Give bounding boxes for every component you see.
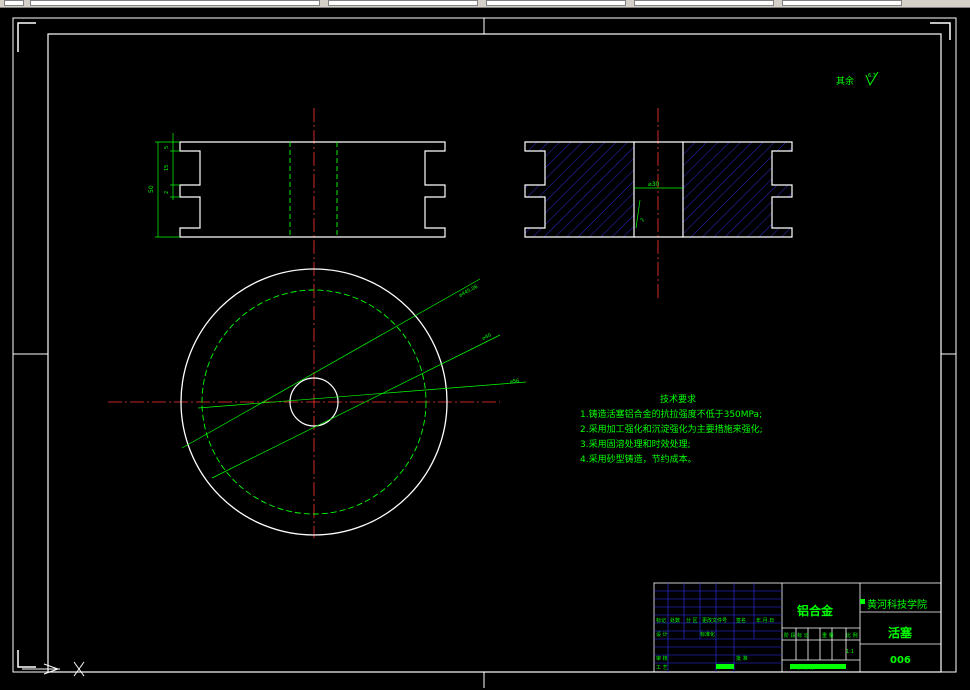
dia-mid-label: ⌀40	[481, 332, 492, 341]
diameter-leaders	[181, 278, 527, 479]
section-hatch-right	[682, 141, 793, 238]
sheet-outer-border	[12, 17, 957, 673]
material-label: 铝合金	[797, 604, 834, 618]
toolbar-field[interactable]	[782, 0, 902, 6]
row-review: 审 核	[656, 655, 668, 662]
tech-requirement-item: 1.铸造活塞铝合金的抗拉强度不低于350MPa;	[580, 410, 763, 420]
technical-requirements: 技术要求 1.铸造活塞铝合金的抗拉强度不低于350MPa; 2.采用加工强化和沉…	[580, 393, 763, 468]
toolbar-field[interactable]	[328, 0, 478, 6]
corner-marks	[17, 22, 951, 668]
toolbar-strip	[0, 0, 970, 8]
title-block-mark	[716, 664, 734, 669]
top-view[interactable]: ⌀445.06 ⌀40 ⌀56	[108, 262, 527, 538]
title-block-bar	[790, 664, 846, 669]
scale-value: 1:1	[846, 649, 854, 655]
stage-label: 阶 段 标 记	[784, 632, 809, 639]
groove-pitch-label: 15	[164, 165, 170, 171]
col-header-zone: 分 区	[686, 617, 698, 624]
row-design: 设 计	[656, 631, 668, 638]
school-marker	[860, 599, 865, 604]
col-header-mark: 标记	[656, 617, 666, 624]
groove-width-2-label: 2	[164, 191, 170, 194]
col-header-doc: 更改文件号	[702, 617, 727, 624]
ucs-icon	[22, 661, 85, 677]
drawing-number: 006	[890, 655, 911, 666]
overall-height-label: 50	[148, 185, 155, 193]
col-header-count: 处数	[670, 617, 680, 624]
toolbar-field[interactable]	[4, 0, 24, 6]
sheet-inner-border	[47, 33, 942, 673]
section-view[interactable]: ⌀30 2	[524, 108, 793, 300]
section-hatch-left	[524, 141, 635, 238]
bore-diameter-label: ⌀30	[648, 181, 659, 188]
groove-width-label: 5	[164, 146, 170, 149]
chamfer-leader	[635, 199, 641, 229]
toolbar-field[interactable]	[486, 0, 626, 6]
title-block-small-grid	[654, 583, 782, 672]
front-view-outline	[179, 141, 446, 238]
surface-finish-label: 其余	[836, 75, 854, 87]
center-ticks	[13, 18, 956, 688]
scale-label: 比 例	[846, 632, 858, 639]
part-name: 活塞	[888, 626, 913, 640]
surface-finish-note: 其余 6.3	[836, 71, 879, 87]
row-standard: 标准化	[700, 631, 715, 638]
col-header-sign: 签名	[736, 617, 746, 624]
dia-outer-label: ⌀445.06	[458, 284, 479, 299]
chamfer-label: 2	[640, 217, 647, 223]
weight-label: 重 量	[822, 632, 834, 639]
col-header-date: 年.月.日	[756, 617, 774, 624]
tech-requirement-item: 2.采用加工强化和沉淀强化为主要措施来强化;	[580, 425, 763, 435]
approve-label: 批 准	[736, 655, 748, 662]
front-view[interactable]: 50 5 15 2	[148, 108, 446, 262]
school-name: 黄河科技学院	[867, 600, 927, 611]
cad-drawing-canvas[interactable]: 其余 6.3 50 5 15 2 ⌀30 2 ⌀445.06 ⌀40 ⌀56 标…	[0, 8, 970, 690]
toolbar-field[interactable]	[634, 0, 774, 6]
tech-requirement-item: 3.采用固溶处理和时效处理;	[580, 440, 691, 450]
tech-requirements-title: 技术要求	[660, 395, 697, 405]
surface-finish-value: 6.3	[868, 73, 876, 79]
tech-requirement-item: 4.采用砂型铸造，节约成本。	[580, 455, 697, 465]
row-process: 工 艺	[656, 665, 668, 671]
toolbar-field[interactable]	[30, 0, 320, 6]
dia-inner-label: ⌀56	[510, 378, 520, 385]
